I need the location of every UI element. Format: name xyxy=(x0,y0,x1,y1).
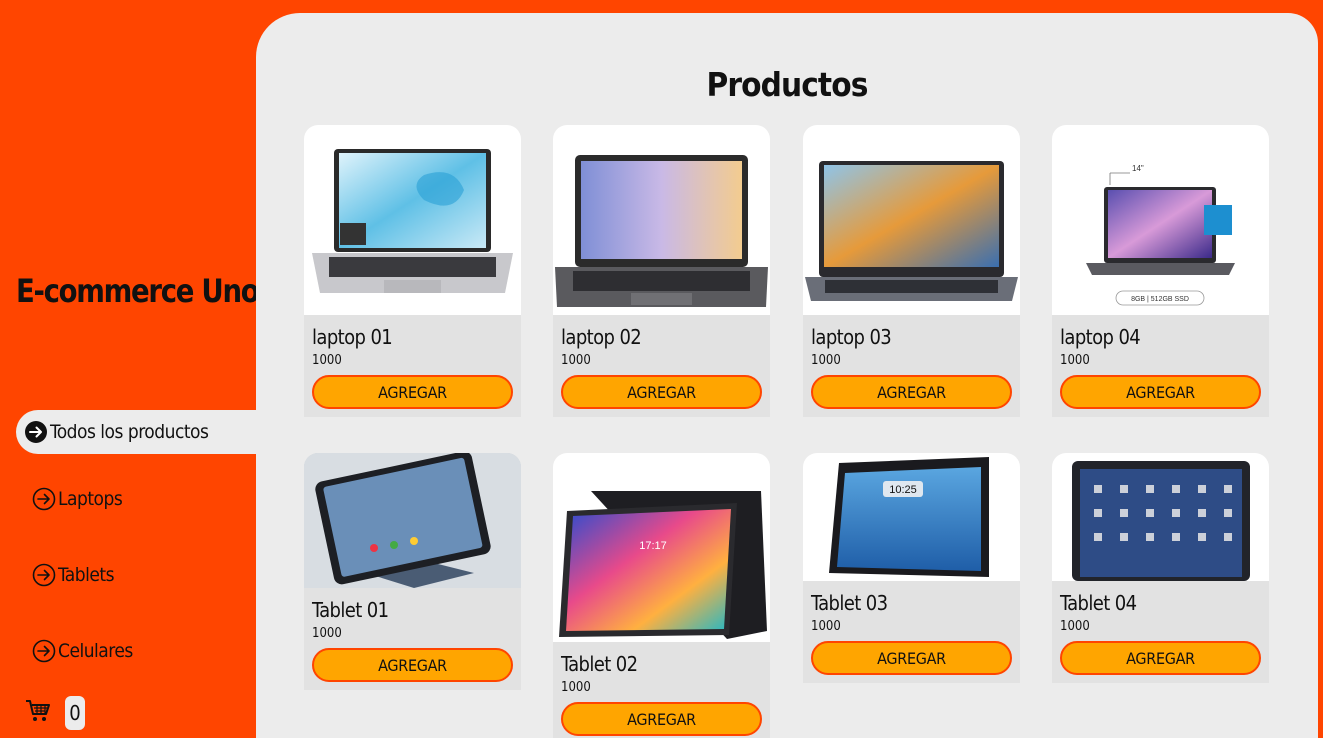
product-price: 1000 xyxy=(811,619,841,634)
product-card: 17:17 Tablet 02 1000 AGREGAR xyxy=(553,453,770,738)
product-price: 1000 xyxy=(312,353,342,368)
product-name: Tablet 04 xyxy=(1060,591,1137,615)
image-caption: 10:25 xyxy=(889,484,917,496)
nav-item-label: Todos los productos xyxy=(50,421,209,443)
nav-item-label: Tablets xyxy=(58,564,115,586)
add-to-cart-button[interactable]: AGREGAR xyxy=(312,375,513,409)
add-to-cart-button[interactable]: AGREGAR xyxy=(312,648,513,682)
product-image xyxy=(553,125,770,315)
app: E-commerce Uno Todos los productos Lapto… xyxy=(0,0,1323,738)
arrow-right-circle-icon xyxy=(24,420,48,444)
product-card: Tablet 04 1000 AGREGAR xyxy=(1052,453,1269,683)
product-name: Tablet 03 xyxy=(811,591,888,615)
product-name: laptop 03 xyxy=(811,325,892,349)
product-name: laptop 02 xyxy=(561,325,642,349)
product-image xyxy=(304,453,521,588)
product-image: 14" 8GB | 512GB SSD xyxy=(1052,125,1269,315)
add-to-cart-button[interactable]: AGREGAR xyxy=(561,375,762,409)
product-card: 14" 8GB | 512GB SSD laptop 04 1000 AGREG… xyxy=(1052,125,1269,417)
nav-item-celulares[interactable]: Celulares xyxy=(32,639,133,663)
product-card: 10:25 Tablet 03 1000 AGREGAR xyxy=(803,453,1020,683)
product-card: laptop 03 1000 AGREGAR xyxy=(803,125,1020,417)
product-card: laptop 02 1000 AGREGAR xyxy=(553,125,770,417)
add-to-cart-button[interactable]: AGREGAR xyxy=(811,641,1012,675)
products-panel: Productos laptop 01 1000 AGREGAR laptop … xyxy=(256,13,1318,738)
nav-item-label: Celulares xyxy=(58,640,133,662)
cart-count-badge: 0 xyxy=(65,696,85,730)
image-caption: 8GB | 512GB SSD xyxy=(1131,296,1189,303)
product-image xyxy=(304,125,521,315)
arrow-right-circle-icon xyxy=(32,487,56,511)
product-card: laptop 01 1000 AGREGAR xyxy=(304,125,521,417)
nav-item-label: Laptops xyxy=(58,488,123,510)
product-name: Tablet 01 xyxy=(312,598,389,622)
nav-item-tablets[interactable]: Tablets xyxy=(32,563,115,587)
product-image xyxy=(1052,453,1269,581)
product-image xyxy=(803,125,1020,315)
product-price: 1000 xyxy=(1060,619,1090,634)
product-price: 1000 xyxy=(811,353,841,368)
nav-item-laptops[interactable]: Laptops xyxy=(32,487,123,511)
product-name: laptop 01 xyxy=(312,325,393,349)
shopping-cart-icon[interactable] xyxy=(25,699,51,727)
image-caption: 17:17 xyxy=(639,540,667,552)
product-image: 10:25 xyxy=(803,453,1020,581)
product-card: Tablet 01 1000 AGREGAR xyxy=(304,453,521,690)
product-price: 1000 xyxy=(312,626,342,641)
product-image: 17:17 xyxy=(553,453,770,642)
nav-item-todos[interactable]: Todos los productos xyxy=(16,410,256,454)
page-title: Productos xyxy=(706,65,868,104)
arrow-right-circle-icon xyxy=(32,639,56,663)
product-name: laptop 04 xyxy=(1060,325,1141,349)
product-price: 1000 xyxy=(1060,353,1090,368)
add-to-cart-button[interactable]: AGREGAR xyxy=(561,702,762,736)
cart-widget[interactable]: 0 xyxy=(25,696,85,730)
add-to-cart-button[interactable]: AGREGAR xyxy=(1060,641,1261,675)
product-price: 1000 xyxy=(561,680,591,695)
product-price: 1000 xyxy=(561,353,591,368)
add-to-cart-button[interactable]: AGREGAR xyxy=(1060,375,1261,409)
add-to-cart-button[interactable]: AGREGAR xyxy=(811,375,1012,409)
brand-title: E-commerce Uno xyxy=(16,272,260,310)
product-name: Tablet 02 xyxy=(561,652,638,676)
image-caption: 14" xyxy=(1132,164,1144,173)
sidebar: E-commerce Uno Todos los productos Lapto… xyxy=(0,0,260,738)
arrow-right-circle-icon xyxy=(32,563,56,587)
